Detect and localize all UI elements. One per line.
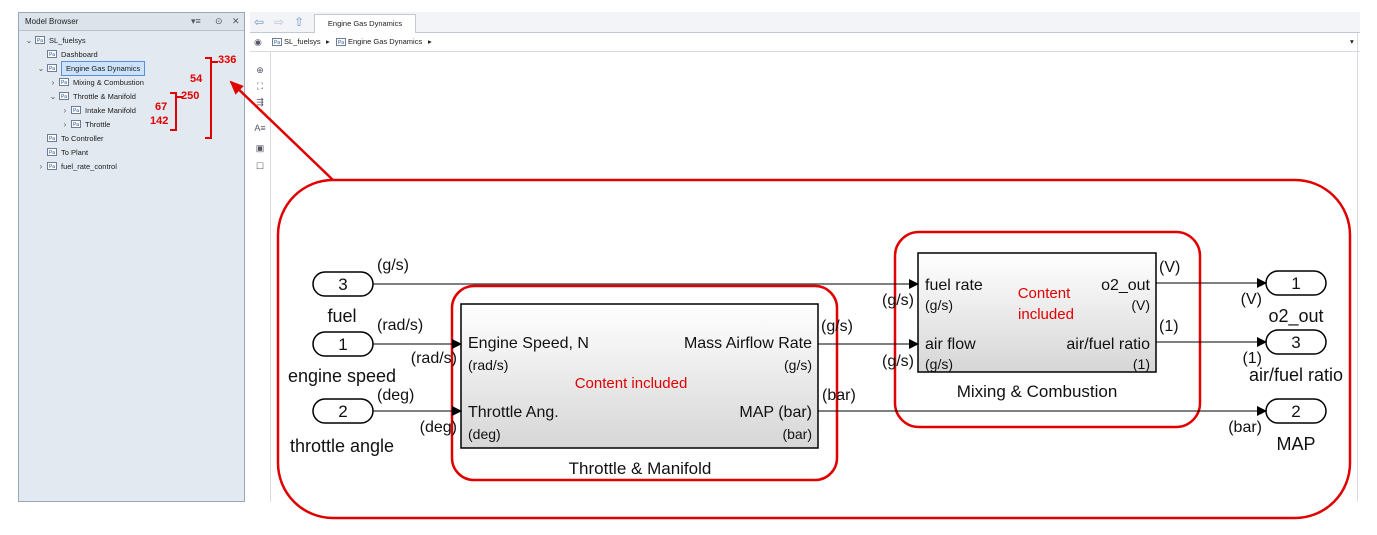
signal-label: (deg) bbox=[420, 419, 457, 436]
signal-label: (deg) bbox=[377, 387, 414, 404]
svg-text:1: 1 bbox=[1291, 274, 1300, 293]
signal-label: (g/s) bbox=[821, 318, 853, 335]
signal-label: (V) bbox=[1241, 291, 1262, 308]
outport-label: air/fuel ratio bbox=[1249, 365, 1343, 385]
svg-text:2: 2 bbox=[338, 402, 347, 421]
svg-text:2: 2 bbox=[1291, 402, 1300, 421]
signal-label: (bar) bbox=[822, 387, 856, 404]
outport-label: o2_out bbox=[1268, 306, 1323, 327]
svg-text:fuel rate: fuel rate bbox=[925, 277, 983, 294]
signal-label: (bar) bbox=[1228, 419, 1262, 436]
svg-text:(V): (V) bbox=[1131, 297, 1150, 313]
svg-text:(g/s): (g/s) bbox=[925, 297, 953, 313]
signal-label: (1) bbox=[1242, 350, 1262, 367]
svg-text:3: 3 bbox=[1291, 333, 1300, 352]
content-included-note: included bbox=[1018, 306, 1074, 323]
svg-text:(g/s): (g/s) bbox=[925, 356, 953, 372]
inport-engine-speed[interactable]: 1 bbox=[312, 331, 374, 357]
signal-label: (rad/s) bbox=[377, 317, 423, 334]
svg-text:(g/s): (g/s) bbox=[784, 357, 812, 373]
content-included-note: Content included bbox=[575, 375, 688, 392]
signal-label: (V) bbox=[1159, 259, 1180, 276]
bracket-throttle-manifold bbox=[170, 92, 177, 131]
block-name-mixing-combustion: Mixing & Combustion bbox=[957, 382, 1118, 401]
zoom-callout-arrow bbox=[229, 80, 334, 181]
mixing-combustion-block[interactable]: fuel rate (g/s) air flow (g/s) o2_out (V… bbox=[917, 252, 1157, 373]
inport-label: fuel bbox=[327, 306, 356, 326]
throttle-manifold-block[interactable]: Engine Speed, N (rad/s) Throttle Ang. (d… bbox=[460, 303, 819, 449]
content-included-note: Content bbox=[1018, 285, 1071, 302]
svg-text:(rad/s): (rad/s) bbox=[468, 357, 508, 373]
svg-text:air flow: air flow bbox=[925, 336, 976, 353]
svg-text:(1): (1) bbox=[1133, 356, 1150, 372]
outport-o2-out[interactable]: 1 bbox=[1265, 270, 1327, 296]
block-name-throttle-manifold: Throttle & Manifold bbox=[569, 459, 712, 478]
signal-label: (g/s) bbox=[882, 353, 914, 370]
signal-label: (g/s) bbox=[377, 257, 409, 274]
svg-text:o2_out: o2_out bbox=[1101, 277, 1150, 294]
svg-text:Mass Airflow Rate: Mass Airflow Rate bbox=[684, 335, 812, 352]
svg-text:Engine Speed, N: Engine Speed, N bbox=[468, 335, 589, 352]
inport-label: throttle angle bbox=[290, 436, 394, 456]
block-diagram: 3 fuel 1 engine speed 2 throttle angle 1… bbox=[170, 57, 1352, 520]
svg-text:(deg): (deg) bbox=[468, 426, 501, 442]
signal-label: (rad/s) bbox=[411, 350, 457, 367]
svg-text:Throttle Ang.: Throttle Ang. bbox=[468, 404, 559, 421]
outport-air-fuel-ratio[interactable]: 3 bbox=[1265, 329, 1327, 355]
inport-label: engine speed bbox=[288, 366, 396, 386]
inport-fuel[interactable]: 3 bbox=[312, 271, 374, 297]
outport-label: MAP bbox=[1276, 434, 1315, 454]
inport-throttle-angle[interactable]: 2 bbox=[312, 398, 374, 424]
svg-text:air/fuel ratio: air/fuel ratio bbox=[1066, 336, 1150, 353]
outport-map[interactable]: 2 bbox=[1265, 398, 1327, 424]
svg-text:(bar): (bar) bbox=[782, 426, 812, 442]
svg-text:MAP (bar): MAP (bar) bbox=[739, 404, 812, 421]
svg-text:1: 1 bbox=[338, 335, 347, 354]
signal-label: (1) bbox=[1159, 318, 1179, 335]
bracket-engine-gas-dynamics bbox=[205, 57, 212, 139]
svg-text:3: 3 bbox=[338, 275, 347, 294]
signal-label: (g/s) bbox=[882, 292, 914, 309]
